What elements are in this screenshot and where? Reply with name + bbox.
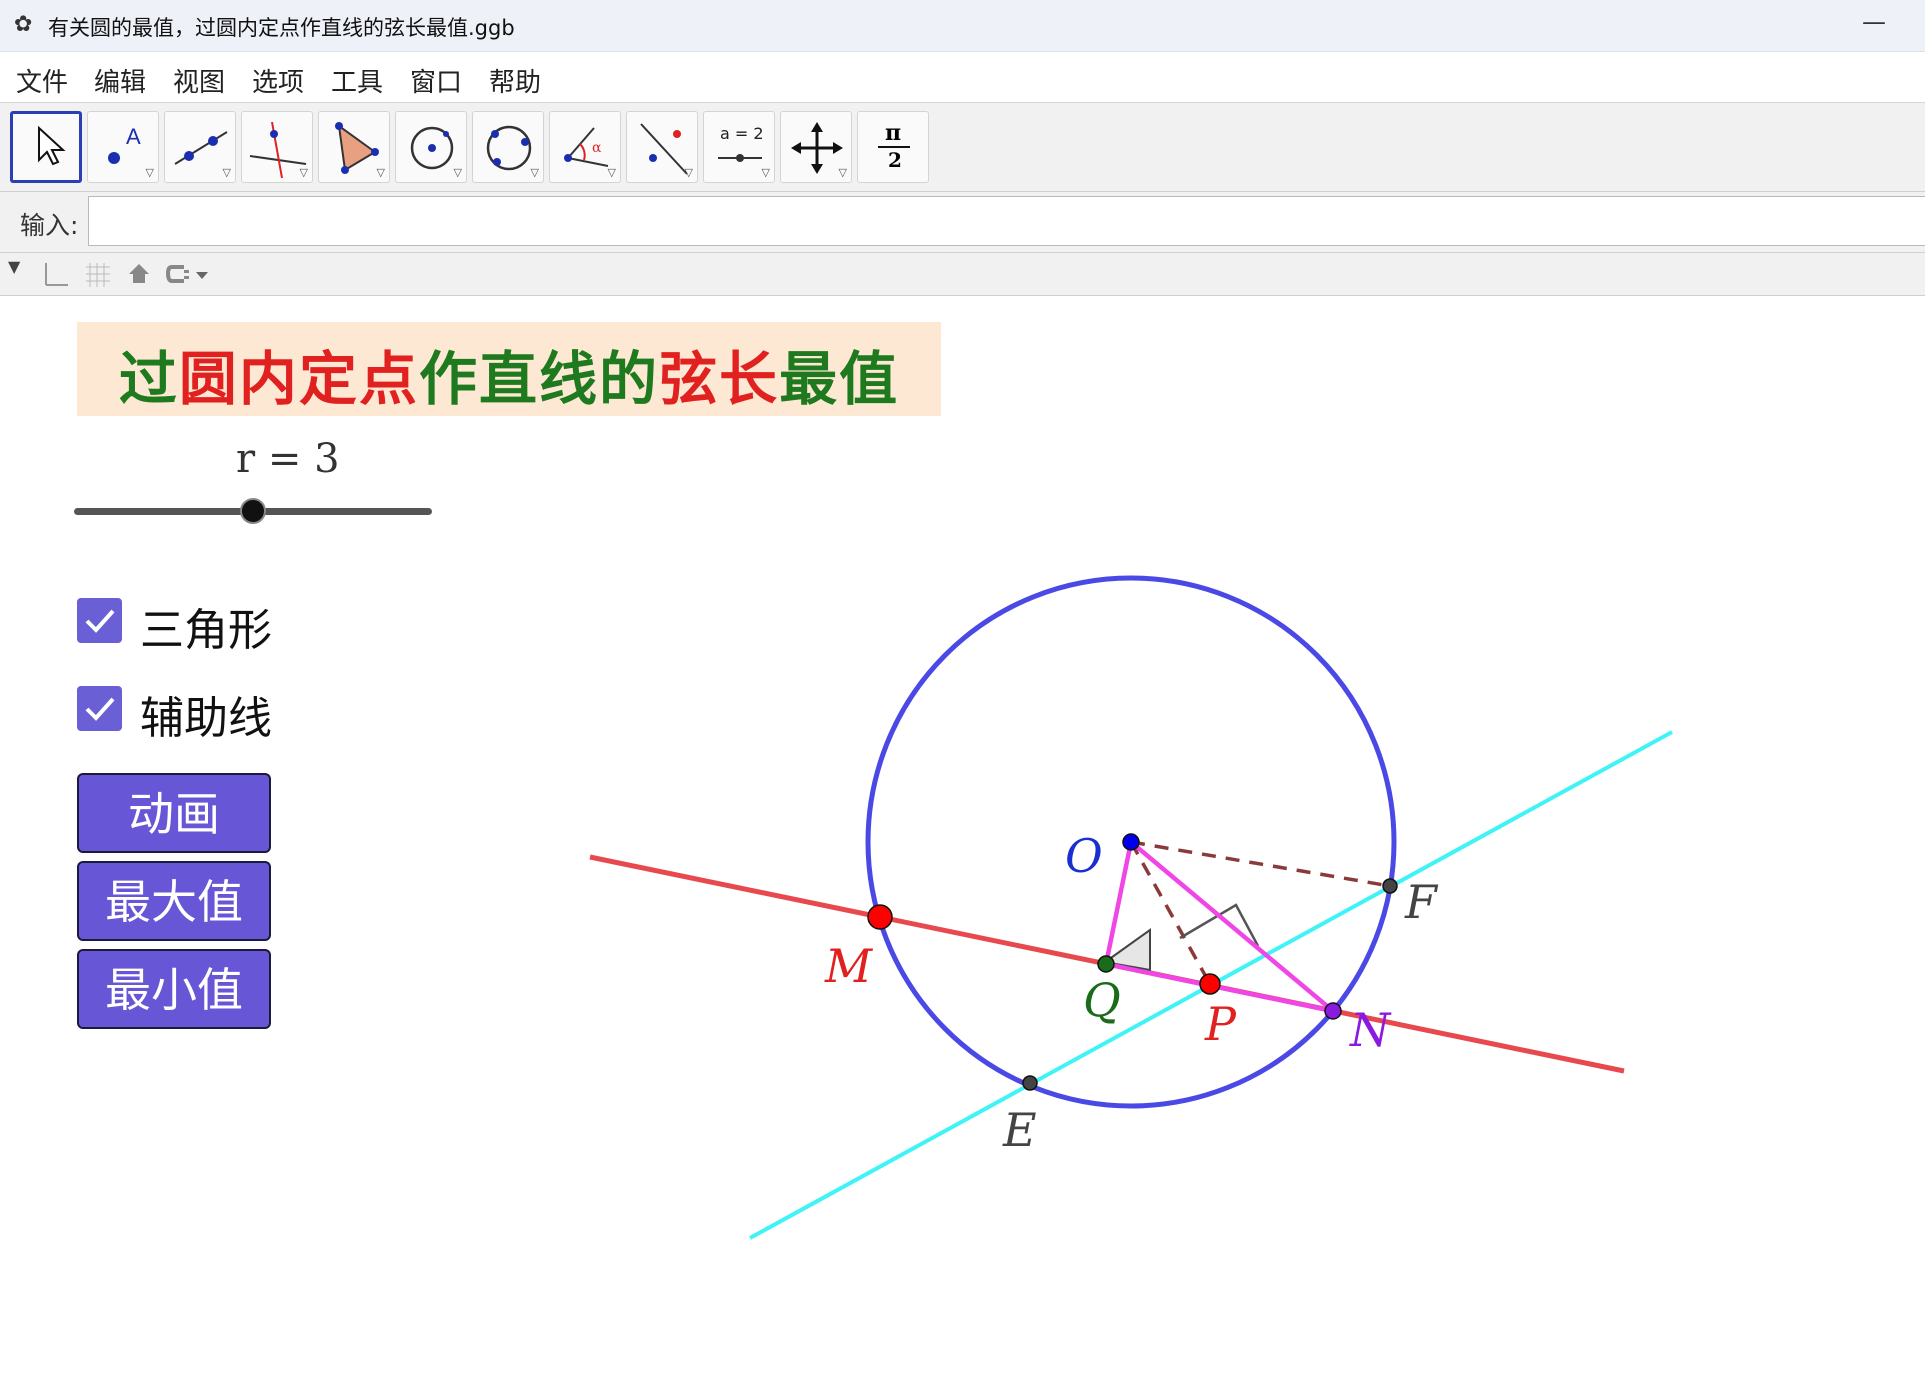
title-char: 最 <box>779 345 840 413</box>
svg-text:A: A <box>126 124 141 149</box>
circle-three-points-tool-button[interactable]: ▽ <box>472 111 544 183</box>
dropdown-arrow-icon: ▽ <box>453 166 462 179</box>
checkbox-auxiliary-lines-label[interactable]: 辅助线 <box>140 682 272 746</box>
window-title: 有关圆的最值，过圆内定点作直线的弦长最值.ggb <box>48 16 515 40</box>
geogebra-app-icon: ✿ <box>14 12 33 37</box>
perpendicular-tool-button[interactable]: ▽ <box>241 111 313 183</box>
pi-tool-button[interactable]: π 2 <box>857 111 929 183</box>
title-char: 直 <box>478 345 539 413</box>
collapse-triangle-icon[interactable]: ▼ <box>8 257 20 276</box>
graphics-style-bar: ▼ <box>0 253 1925 296</box>
grid-icon[interactable] <box>84 261 112 289</box>
angle-tool-button[interactable]: α ▽ <box>549 111 621 183</box>
menu-help[interactable]: 帮助 <box>489 62 541 99</box>
dropdown-arrow-icon: ▽ <box>607 166 616 179</box>
max-value-button[interactable]: 最大值 <box>77 861 271 941</box>
move-tool-button[interactable] <box>10 111 82 183</box>
reflect-tool-button[interactable]: ▽ <box>626 111 698 183</box>
title-char: 长 <box>719 345 780 413</box>
point-tool-button[interactable]: A ▽ <box>87 111 159 183</box>
dropdown-arrow-icon: ▽ <box>838 166 847 179</box>
slider-knob[interactable] <box>240 498 266 524</box>
circle-tool-button[interactable]: ▽ <box>395 111 467 183</box>
slider-tool-button[interactable]: a = 2 ▽ <box>703 111 775 183</box>
toolbar: A ▽ ▽ ▽ ▽ ▽ ▽ α ▽ ▽ a = 2 ▽ ▽ π 2 <box>0 103 1925 192</box>
dropdown-arrow-icon: ▽ <box>761 166 770 179</box>
title-char: 定 <box>298 345 359 413</box>
title-char: 的 <box>599 345 660 413</box>
dropdown-arrow-icon: ▽ <box>530 166 539 179</box>
cursor-arrow-icon <box>38 125 66 166</box>
slider-label: r = 3 <box>236 436 340 482</box>
animate-button[interactable]: 动画 <box>77 773 271 853</box>
svg-text:α: α <box>592 140 602 156</box>
menu-edit[interactable]: 编辑 <box>94 62 146 99</box>
checkbox-auxiliary-lines[interactable] <box>77 686 122 731</box>
input-label: 输入: <box>20 211 79 240</box>
title-text: 过圆内定点作直线的弦长最值 <box>77 332 941 416</box>
home-icon[interactable] <box>126 261 152 287</box>
point-capture-icon[interactable] <box>164 261 212 287</box>
title-char: 作 <box>418 345 479 413</box>
dropdown-arrow-icon: ▽ <box>299 166 308 179</box>
dropdown-arrow-icon: ▽ <box>684 166 693 179</box>
title-char: 圆 <box>178 345 239 413</box>
dropdown-arrow-icon: ▽ <box>145 166 154 179</box>
title-text-box: 过圆内定点作直线的弦长最值 <box>77 322 941 416</box>
checkbox-triangle[interactable] <box>77 598 122 643</box>
title-char: 过 <box>118 345 179 413</box>
checkbox-triangle-label[interactable]: 三角形 <box>140 594 272 658</box>
menu-view[interactable]: 视图 <box>173 62 225 99</box>
input-bar: 输入: <box>0 192 1925 253</box>
menu-file[interactable]: 文件 <box>16 62 68 99</box>
menu-window[interactable]: 窗口 <box>410 62 462 99</box>
input-field[interactable] <box>88 196 1925 246</box>
title-char: 点 <box>358 345 419 413</box>
title-char: 内 <box>238 345 299 413</box>
title-char: 值 <box>839 345 900 413</box>
min-value-button[interactable]: 最小值 <box>77 949 271 1029</box>
title-char: 弦 <box>659 345 720 413</box>
pi-tool-bottom: 2 <box>888 148 902 172</box>
move-view-tool-button[interactable]: ▽ <box>780 111 852 183</box>
title-bar: ✿ 有关圆的最值，过圆内定点作直线的弦长最值.ggb — <box>0 0 1925 52</box>
title-char: 线 <box>539 345 600 413</box>
check-icon <box>85 697 115 721</box>
menu-options[interactable]: 选项 <box>252 62 304 99</box>
slider-tool-text: a = 2 <box>720 124 764 143</box>
pi-tool-top: π <box>885 120 902 146</box>
line-tool-button[interactable]: ▽ <box>164 111 236 183</box>
check-icon <box>85 609 115 633</box>
minimize-button[interactable]: — <box>1862 8 1886 36</box>
menu-tools[interactable]: 工具 <box>331 62 383 99</box>
axes-icon[interactable] <box>42 261 70 289</box>
dropdown-arrow-icon: ▽ <box>376 166 385 179</box>
menu-bar: 文件 编辑 视图 选项 工具 窗口 帮助 <box>0 52 1925 103</box>
dropdown-arrow-icon: ▽ <box>222 166 231 179</box>
polygon-tool-button[interactable]: ▽ <box>318 111 390 183</box>
